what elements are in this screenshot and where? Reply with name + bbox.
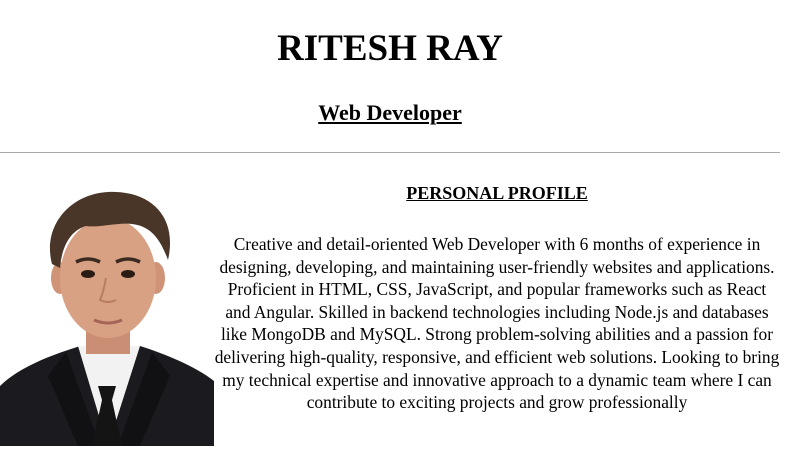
person-name: RITESH RAY [277, 28, 503, 69]
profile-section-title: PERSONAL PROFILE [406, 183, 588, 203]
profile-description: Creative and detail-oriented Web Develop… [214, 234, 780, 413]
job-title: Web Developer [318, 100, 462, 125]
header-divider [0, 152, 780, 153]
profile-photo [0, 186, 214, 446]
